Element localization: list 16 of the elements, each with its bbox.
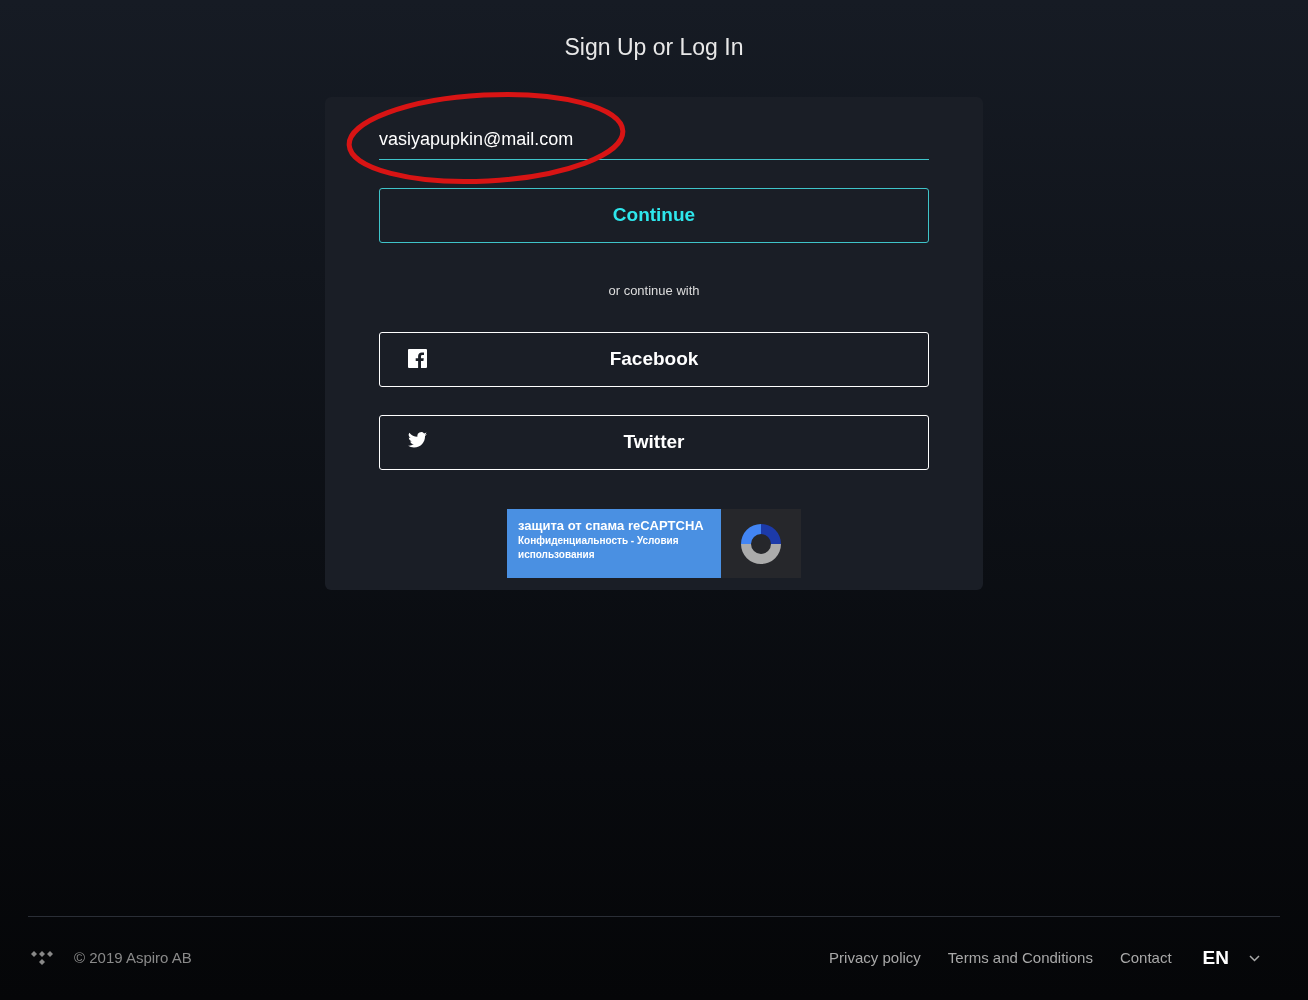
facebook-icon <box>408 349 427 368</box>
social-login-button[interactable]: Twitter <box>379 415 929 470</box>
email-field[interactable]: vasiyapupkin@mail.com <box>379 120 929 160</box>
logo-icon <box>30 949 54 968</box>
chevron-down-icon <box>1249 955 1260 962</box>
social-login-button[interactable]: Facebook <box>379 332 929 387</box>
footer-link[interactable]: Terms and Conditions <box>947 947 1093 970</box>
copyright-text: © 2019 Aspiro AB <box>74 948 192 969</box>
footer-link[interactable]: Contact <box>1119 947 1172 970</box>
language-selector[interactable]: EN <box>1202 944 1260 973</box>
divider-text: or continue with <box>608 281 700 300</box>
page-title: Sign Up or Log In <box>564 33 744 62</box>
bird-icon <box>408 432 427 448</box>
footer-link[interactable]: Privacy policy <box>829 947 921 970</box>
continue-button[interactable]: Continue <box>379 187 929 243</box>
recaptcha-title: защита от спама reCAPTCHA <box>518 518 705 534</box>
